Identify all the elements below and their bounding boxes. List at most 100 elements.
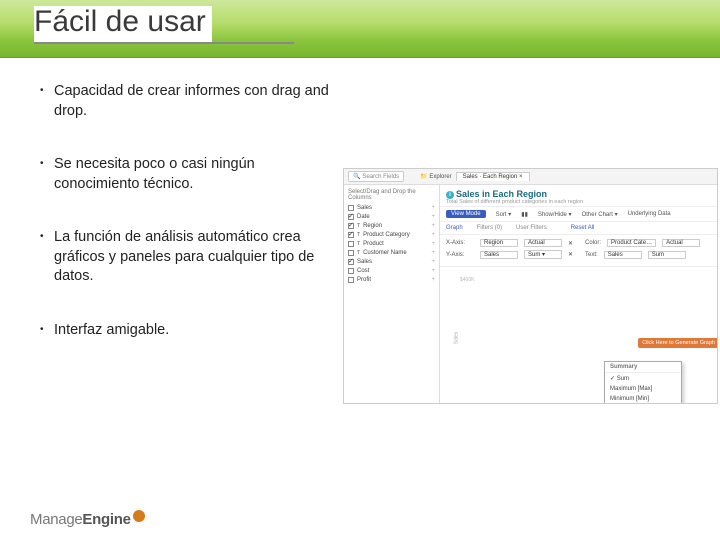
checkbox-icon[interactable] (348, 259, 354, 265)
report-subtitle: Total Sales of different product categor… (446, 199, 711, 205)
search-placeholder: Search Fields (362, 174, 399, 180)
add-icon[interactable]: + (431, 223, 435, 229)
explorer-tab[interactable]: 📁 Explorer (420, 173, 451, 180)
field-label: Product (363, 241, 384, 247)
add-icon[interactable]: + (431, 277, 435, 283)
bullet-icon: • (40, 155, 54, 194)
list-item: • Se necesita poco o casi ningún conocim… (40, 155, 340, 194)
brand-text: ManageEngine (30, 511, 131, 528)
slide-title: Fácil de usar (34, 6, 212, 42)
field-row[interactable]: Profit + (348, 277, 435, 283)
text-type-icon: T (357, 223, 360, 229)
panel-heading: Select/Drag and Drop the Columns (348, 189, 435, 201)
add-icon[interactable]: + (431, 214, 435, 220)
text-label: Text: (585, 252, 598, 258)
reset-all-link[interactable]: Reset All (571, 225, 595, 231)
field-row[interactable]: TProduct Category+ (348, 232, 435, 238)
title-underline (34, 42, 294, 44)
checkbox-icon[interactable] (348, 241, 354, 247)
showhide-dropdown[interactable]: Show/Hide ▾ (538, 211, 572, 218)
checkbox-icon[interactable] (348, 214, 354, 220)
search-input[interactable]: 🔍 Search Fields (348, 171, 404, 182)
yaxis-label: Y-Axis: (446, 252, 474, 258)
add-icon[interactable]: + (431, 250, 435, 256)
underlying-data-link[interactable]: Underlying Data (628, 211, 671, 217)
report-panel: iSales in Each Region Total Sales of dif… (440, 185, 717, 403)
tab-graph[interactable]: Graph (446, 225, 463, 231)
bullet-text: La función de análisis automático crea g… (54, 228, 340, 287)
checkbox-icon[interactable] (348, 250, 354, 256)
checkbox-icon[interactable] (348, 232, 354, 238)
y-axis-label: Sales (453, 332, 459, 345)
remove-icon[interactable]: ✕ (568, 240, 573, 247)
xaxis-func[interactable]: Actual (524, 239, 562, 247)
generate-graph-button[interactable]: Click Here to Generate Graph (638, 338, 718, 348)
color-field[interactable]: Product Cate… (607, 239, 656, 247)
gear-icon (133, 510, 145, 522)
yaxis-func[interactable]: Sum ▾ (524, 250, 562, 259)
bullet-icon: • (40, 228, 54, 287)
color-label: Color: (585, 240, 601, 246)
field-label: Customer Name (363, 250, 407, 256)
field-row[interactable]: TProduct + (348, 241, 435, 247)
xaxis-label: X-Axis: (446, 240, 474, 246)
add-icon[interactable]: + (431, 259, 435, 265)
fields-panel: Select/Drag and Drop the Columns Sales+D… (344, 185, 440, 403)
bullet-text: Se necesita poco o casi ningún conocimie… (54, 155, 340, 194)
field-row[interactable]: Sales + (348, 259, 435, 265)
checkbox-icon[interactable] (348, 277, 354, 283)
add-icon[interactable]: + (431, 241, 435, 247)
remove-icon[interactable]: ✕ (568, 251, 573, 258)
tab-filters[interactable]: Filters (0) (477, 225, 502, 231)
dropdown-item[interactable]: Minimum [Min] (605, 394, 681, 404)
tab-user-filters[interactable]: User Filters (516, 225, 547, 231)
sort-dropdown[interactable]: Sort ▾ (496, 211, 512, 218)
field-label: Sales (357, 205, 372, 211)
explorer-label: Explorer (429, 174, 451, 180)
yaxis-field[interactable]: Sales (480, 251, 518, 259)
text-func[interactable]: Sum (648, 251, 686, 259)
bullet-icon: • (40, 321, 54, 341)
field-label: Profit (357, 277, 371, 283)
add-icon[interactable]: + (431, 268, 435, 274)
app-topbar: 🔍 Search Fields 📁 Explorer Sales · Each … (344, 169, 717, 185)
bullet-list: • Capacidad de crear informes con drag a… (40, 82, 340, 375)
xaxis-field[interactable]: Region (480, 239, 518, 247)
other-chart-dropdown[interactable]: Other Chart ▾ (582, 211, 618, 218)
dropdown-item[interactable]: Maximum [Max] (605, 384, 681, 394)
chart-canvas: Sales $400K Click Here to Generate Graph… (440, 267, 717, 403)
add-icon[interactable]: + (431, 232, 435, 238)
checkbox-icon[interactable] (348, 268, 354, 274)
field-row[interactable]: Sales + (348, 205, 435, 211)
report-tab[interactable]: Sales · Each Region × (456, 172, 530, 181)
app-body: Select/Drag and Drop the Columns Sales+D… (344, 185, 717, 403)
text-type-icon: T (357, 241, 360, 247)
color-func[interactable]: Actual (662, 239, 700, 247)
view-mode-button[interactable]: View Mode (446, 210, 486, 218)
axis-config: X-Axis: Region Actual ✕ Color: Product C… (440, 235, 717, 267)
app-screenshot: 🔍 Search Fields 📁 Explorer Sales · Each … (343, 168, 718, 404)
dropdown-item[interactable]: Sum (605, 373, 681, 384)
field-label: Region (363, 223, 382, 229)
field-row[interactable]: Date + (348, 214, 435, 220)
aggregate-dropdown: Summary SumMaximum [Max]Minimum [Min]Ave… (604, 361, 682, 404)
brand-part2: Engine (82, 511, 130, 528)
report-subnav: Graph Filters (0) User Filters Reset All (440, 222, 717, 235)
field-row[interactable]: TRegion + (348, 223, 435, 229)
report-toolbar: View Mode Sort ▾ ▮▮ Show/Hide ▾ Other Ch… (440, 206, 717, 222)
add-icon[interactable]: + (431, 205, 435, 211)
field-label: Sales (357, 259, 372, 265)
bullet-icon: • (40, 82, 54, 121)
list-item: • La función de análisis automático crea… (40, 228, 340, 287)
checkbox-icon[interactable] (348, 223, 354, 229)
field-label: Date (357, 214, 370, 220)
checkbox-icon[interactable] (348, 205, 354, 211)
text-field[interactable]: Sales (604, 251, 642, 259)
search-icon: 🔍 (353, 173, 360, 180)
dropdown-heading: Summary (605, 362, 681, 373)
report-header: iSales in Each Region Total Sales of dif… (440, 185, 717, 206)
field-label: Cost (357, 268, 369, 274)
field-row[interactable]: Cost + (348, 268, 435, 274)
field-row[interactable]: TCustomer Name+ (348, 250, 435, 256)
bar-chart-icon[interactable]: ▮▮ (521, 211, 528, 218)
